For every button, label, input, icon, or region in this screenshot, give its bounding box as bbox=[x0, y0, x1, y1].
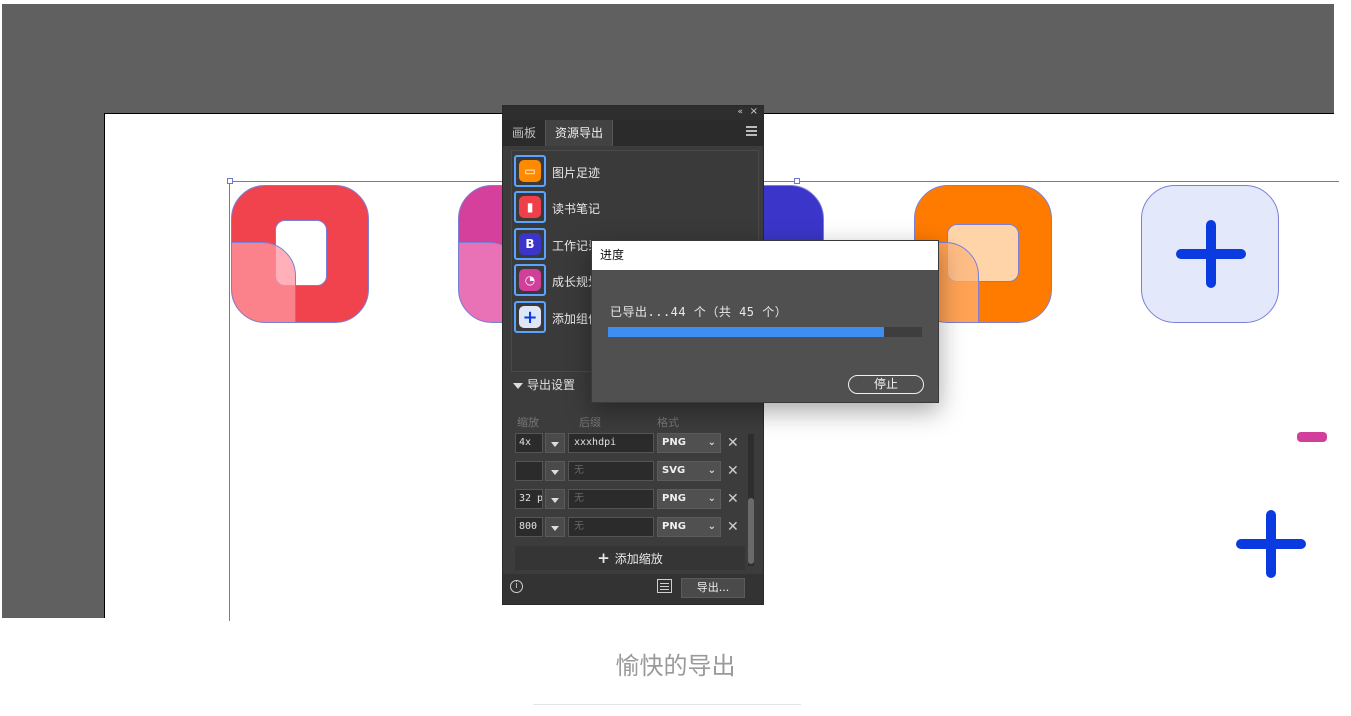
column-header-scale: 缩放 bbox=[517, 416, 539, 429]
progress-message: 已导出...44 个（共 45 个） bbox=[610, 305, 788, 319]
export-setting-row: 4x xxxhdpi PNG ⌄ ✕ bbox=[515, 433, 747, 453]
export-setting-row: 无 SVG ⌄ ✕ bbox=[515, 461, 747, 481]
plus-icon: + bbox=[597, 549, 610, 567]
format-select[interactable]: SVG ⌄ bbox=[657, 461, 721, 481]
export-setting-row: 800 无 PNG ⌄ ✕ bbox=[515, 517, 747, 537]
progress-bar-fill bbox=[608, 327, 884, 337]
page-caption: 愉快的导出 bbox=[615, 652, 736, 680]
format-select[interactable]: PNG ⌄ bbox=[657, 517, 721, 537]
suffix-input[interactable]: 无 bbox=[568, 461, 654, 481]
panel-titlebar[interactable]: « × bbox=[503, 106, 763, 120]
dialog-title: 进度 bbox=[592, 241, 938, 270]
suffix-input[interactable]: xxxhdpi bbox=[568, 433, 654, 453]
document-icon: B bbox=[519, 233, 541, 255]
scale-input[interactable]: 32 p bbox=[515, 489, 543, 509]
triangle-down-icon bbox=[513, 382, 523, 389]
photo-icon: ▭ bbox=[519, 160, 541, 182]
progress-dialog: 进度 已导出...44 个（共 45 个） 停止 bbox=[591, 240, 939, 403]
scale-dropdown[interactable] bbox=[545, 461, 565, 481]
remove-row-icon[interactable]: ✕ bbox=[727, 433, 739, 453]
chevron-down-icon: ⌄ bbox=[707, 437, 716, 448]
settings-scrollbar[interactable] bbox=[748, 434, 754, 566]
artboard-tile-photo-footprints[interactable] bbox=[231, 185, 369, 323]
notebook-icon: ▮ bbox=[519, 196, 541, 218]
export-settings-label: 导出设置 bbox=[527, 378, 576, 392]
suffix-input[interactable]: 无 bbox=[568, 489, 654, 509]
column-header-suffix: 后缀 bbox=[579, 416, 601, 429]
close-icon[interactable]: × bbox=[750, 106, 758, 117]
asset-item-reading-notes[interactable]: ▮ 读书笔记 bbox=[514, 191, 754, 225]
add-scale-button[interactable]: + 添加缩放 bbox=[515, 546, 745, 570]
selection-guide-vertical bbox=[229, 181, 230, 621]
screenshot-stage: « × 画板 资源导出 ▭ 图片足迹 ▮ 读书笔记 B 工作记录 ◔ 成长规划 bbox=[0, 0, 1351, 716]
export-settings-icon[interactable] bbox=[657, 579, 672, 593]
collapse-icon[interactable]: « bbox=[737, 107, 743, 117]
panel-menu-icon[interactable] bbox=[746, 126, 757, 136]
chevron-down-icon: ⌄ bbox=[707, 521, 716, 532]
column-header-format: 格式 bbox=[657, 416, 679, 429]
chevron-down-icon: ⌄ bbox=[707, 493, 716, 504]
scrollbar-thumb[interactable] bbox=[748, 498, 754, 564]
asset-item-photo-footprints[interactable]: ▭ 图片足迹 bbox=[514, 155, 754, 189]
scale-input[interactable] bbox=[515, 461, 543, 481]
selection-handle[interactable] bbox=[794, 178, 800, 184]
panel-footer: i 导出... bbox=[503, 574, 763, 604]
selection-guide-horizontal bbox=[229, 181, 1339, 182]
format-select[interactable]: PNG ⌄ bbox=[657, 433, 721, 453]
suffix-input[interactable]: 无 bbox=[568, 517, 654, 537]
scale-input[interactable]: 800 bbox=[515, 517, 543, 537]
caption-divider bbox=[533, 704, 801, 705]
tile-overlay-shape bbox=[232, 242, 296, 322]
export-settings-toggle[interactable]: 导出设置 bbox=[513, 376, 575, 393]
format-value: PNG bbox=[662, 437, 686, 448]
asset-thumbnail: ▭ bbox=[514, 155, 546, 187]
asset-name: 读书笔记 bbox=[552, 202, 601, 216]
asset-name: 图片足迹 bbox=[552, 166, 601, 180]
stop-button[interactable]: 停止 bbox=[848, 375, 924, 394]
plus-icon bbox=[1176, 220, 1246, 288]
artboard-shape-fragment bbox=[1297, 432, 1327, 442]
scale-dropdown[interactable] bbox=[545, 433, 565, 453]
pie-chart-icon: ◔ bbox=[519, 269, 541, 291]
remove-row-icon[interactable]: ✕ bbox=[727, 489, 739, 509]
export-button[interactable]: 导出... bbox=[681, 578, 745, 598]
export-setting-row: 32 p 无 PNG ⌄ ✕ bbox=[515, 489, 747, 509]
remove-row-icon[interactable]: ✕ bbox=[727, 517, 739, 537]
tab-artboards[interactable]: 画板 bbox=[503, 120, 545, 146]
scale-dropdown[interactable] bbox=[545, 489, 565, 509]
progress-bar bbox=[608, 327, 922, 337]
format-value: PNG bbox=[662, 521, 686, 532]
asset-thumbnail: + bbox=[514, 301, 546, 333]
chevron-down-icon: ⌄ bbox=[707, 465, 716, 476]
asset-thumbnail: ▮ bbox=[514, 191, 546, 223]
asset-thumbnail: B bbox=[514, 228, 546, 260]
panel-tabs: 画板 资源导出 bbox=[503, 120, 763, 146]
info-icon[interactable]: i bbox=[510, 580, 523, 593]
plus-icon: + bbox=[519, 306, 541, 328]
remove-row-icon[interactable]: ✕ bbox=[727, 461, 739, 481]
asset-thumbnail: ◔ bbox=[514, 264, 546, 296]
tab-asset-export[interactable]: 资源导出 bbox=[545, 120, 614, 146]
format-value: PNG bbox=[662, 493, 686, 504]
format-select[interactable]: PNG ⌄ bbox=[657, 489, 721, 509]
scale-input[interactable]: 4x bbox=[515, 433, 543, 453]
artboard-tile-add-widget[interactable] bbox=[1141, 185, 1279, 323]
add-scale-label: 添加缩放 bbox=[614, 552, 663, 566]
selection-handle[interactable] bbox=[227, 178, 233, 184]
format-value: SVG bbox=[662, 465, 686, 476]
scale-dropdown[interactable] bbox=[545, 517, 565, 537]
plus-icon bbox=[1236, 510, 1306, 578]
